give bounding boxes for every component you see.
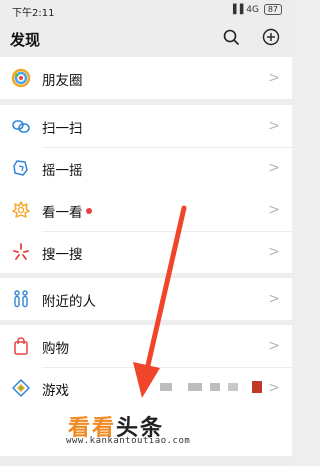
battery-icon: 87 [263, 4, 282, 15]
group-scan-shake: 扫一扫 > 摇一摇 > [0, 105, 292, 189]
chevron-right-icon: > [268, 291, 280, 307]
chevron-right-icon: > [268, 338, 280, 354]
chevron-right-icon: > [268, 244, 280, 260]
moments-icon [11, 68, 31, 88]
plus-circle-icon [262, 28, 280, 46]
menu-item-scan[interactable]: 扫一扫 > [0, 105, 292, 147]
watermark-url: www.kankantoutiao.com [66, 436, 191, 446]
search-icon [223, 29, 239, 45]
search-button[interactable] [220, 26, 242, 48]
chevron-right-icon: > [268, 118, 280, 134]
nearby-people-icon [14, 290, 28, 308]
add-button[interactable] [260, 26, 282, 48]
menu-item-label: 搜一搜 [42, 247, 83, 263]
page-title: 发现 [10, 31, 41, 49]
menu-item-search[interactable]: 搜一搜 > [0, 231, 292, 273]
scan-icon [12, 120, 30, 133]
status-indicators: ▐▐ 4G 87 [230, 4, 282, 15]
menu-item-label: 看一看 [42, 205, 83, 221]
menu-item-label: 附近的人 [42, 294, 96, 310]
header: 发现 [0, 20, 292, 56]
status-time: 下午2:11 [12, 8, 55, 19]
notification-dot [86, 208, 92, 214]
games-icon [12, 379, 30, 397]
shake-icon [13, 160, 28, 176]
group-shopping-games: 购物 > 游戏 > [0, 325, 292, 409]
menu-item-label: 游戏 [42, 383, 69, 399]
chevron-right-icon: > [268, 202, 280, 218]
menu-item-top-stories[interactable]: 看一看 > [0, 189, 292, 231]
top-stories-icon [12, 201, 30, 218]
status-bar: 下午2:11 ▐▐ 4G 87 [0, 0, 292, 20]
bottom-gap [0, 456, 292, 466]
chevron-right-icon: > [268, 70, 280, 86]
battery-level: 87 [267, 5, 278, 14]
shopping-bag-icon [14, 337, 28, 355]
game-preview-thumbnails [160, 381, 270, 393]
group-moments: 朋友圈 > [0, 57, 292, 99]
menu-item-moments[interactable]: 朋友圈 > [0, 57, 292, 99]
search-feature-icon [13, 243, 29, 260]
network-type: 4G [246, 5, 259, 15]
menu-item-label: 购物 [42, 341, 69, 357]
menu-item-label: 朋友圈 [42, 73, 83, 89]
chevron-right-icon: > [268, 160, 280, 176]
chevron-right-icon: > [268, 380, 280, 396]
menu-item-shake[interactable]: 摇一摇 > [0, 147, 292, 189]
group-top-search: 看一看 > 搜一搜 > [0, 189, 292, 273]
menu-item-label: 摇一摇 [42, 163, 83, 179]
signal-icon: ▐▐ [229, 5, 244, 15]
menu-item-shopping[interactable]: 购物 > [0, 325, 292, 367]
group-nearby: 附近的人 > [0, 278, 292, 320]
menu-item-nearby[interactable]: 附近的人 > [0, 278, 292, 320]
menu-item-label: 扫一扫 [42, 121, 83, 137]
